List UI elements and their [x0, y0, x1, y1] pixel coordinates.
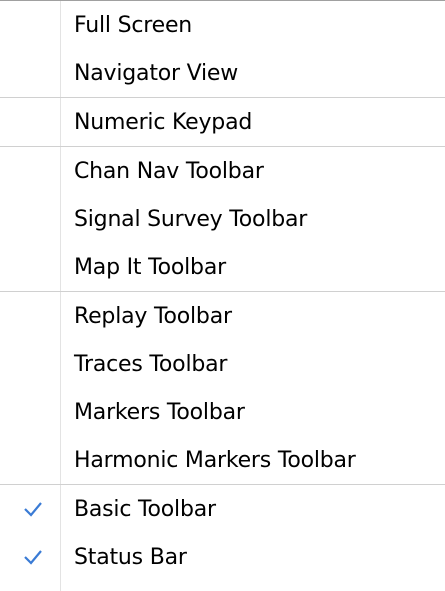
menu-item-label: Full Screen: [74, 12, 193, 38]
menu-item-label: Markers Toolbar: [74, 399, 245, 425]
view-menu: Full Screen Navigator View Numeric Keypa…: [0, 0, 445, 591]
menu-item-label: Traces Toolbar: [74, 351, 228, 377]
menu-item-navigator-view[interactable]: Navigator View: [0, 49, 445, 98]
checkmark-icon: [24, 502, 42, 517]
menu-item-label: Numeric Keypad: [74, 109, 253, 135]
checkmark-icon: [24, 550, 42, 565]
menu-item-status-bar[interactable]: Status Bar: [0, 533, 445, 581]
menu-item-markers-toolbar[interactable]: Markers Toolbar: [0, 388, 445, 436]
menu-item-full-screen[interactable]: Full Screen: [0, 1, 445, 49]
menu-item-label: Map It Toolbar: [74, 254, 226, 280]
menu-item-map-it-toolbar[interactable]: Map It Toolbar: [0, 243, 445, 292]
menu-item-chan-nav-toolbar[interactable]: Chan Nav Toolbar: [0, 147, 445, 195]
menu-item-numeric-keypad[interactable]: Numeric Keypad: [0, 98, 445, 147]
menu-item-label: Status Bar: [74, 544, 187, 570]
menu-item-label: Signal Survey Toolbar: [74, 206, 308, 232]
menu-item-basic-toolbar[interactable]: Basic Toolbar: [0, 485, 445, 533]
menu-item-replay-toolbar[interactable]: Replay Toolbar: [0, 292, 445, 340]
menu-item-traces-toolbar[interactable]: Traces Toolbar: [0, 340, 445, 388]
menu-item-label: Replay Toolbar: [74, 303, 232, 329]
menu-item-label: Chan Nav Toolbar: [74, 158, 264, 184]
menu-item-label: Harmonic Markers Toolbar: [74, 447, 356, 473]
menu-item-label: Basic Toolbar: [74, 496, 216, 522]
menu-item-signal-survey-toolbar[interactable]: Signal Survey Toolbar: [0, 195, 445, 243]
menu-item-harmonic-markers-toolbar[interactable]: Harmonic Markers Toolbar: [0, 436, 445, 485]
menu-item-label: Navigator View: [74, 60, 239, 86]
